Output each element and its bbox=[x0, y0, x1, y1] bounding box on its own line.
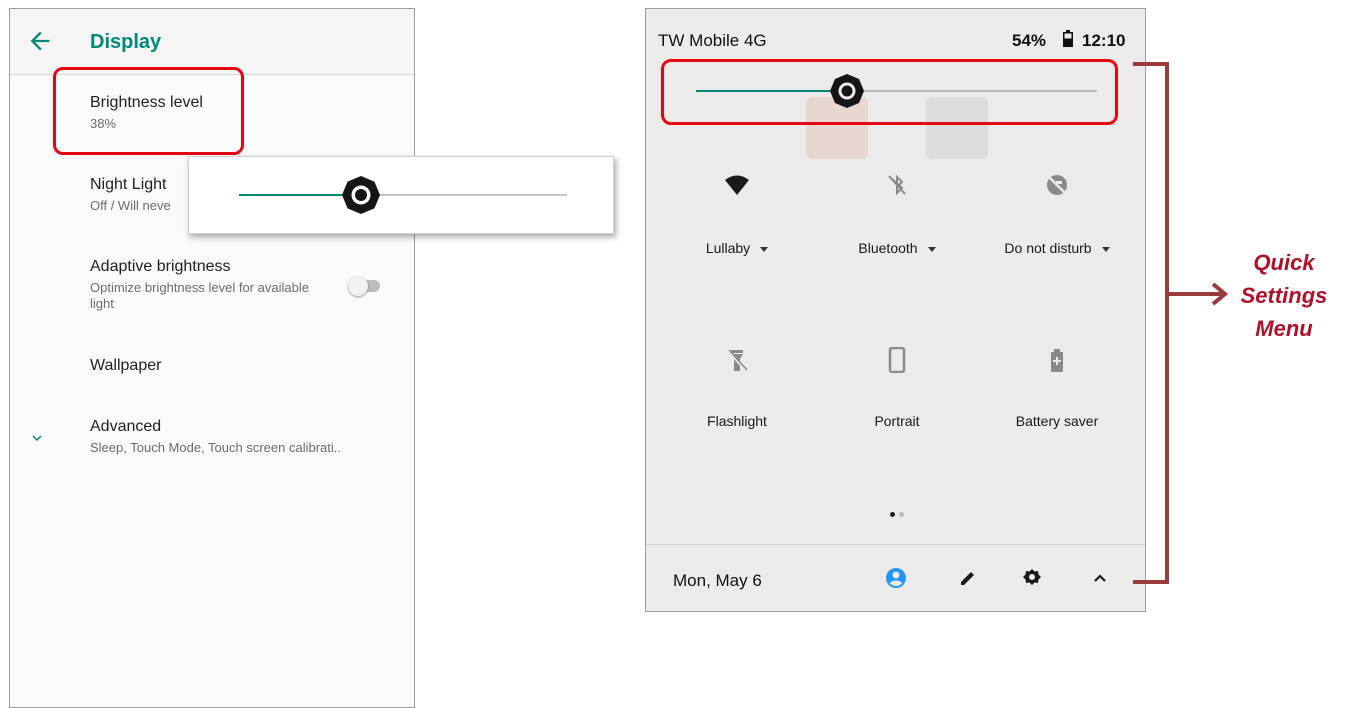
brightness-slider-popup bbox=[188, 156, 614, 234]
user-icon[interactable] bbox=[885, 567, 907, 589]
app-bar: Display bbox=[10, 9, 414, 75]
item-title: Advanced bbox=[90, 418, 162, 435]
tile-label: Portrait bbox=[874, 413, 920, 429]
item-subtitle: Off / Will neve bbox=[90, 198, 171, 213]
adaptive-brightness-toggle[interactable] bbox=[348, 276, 384, 296]
edit-icon[interactable] bbox=[957, 567, 979, 589]
tile-label: Do not disturb bbox=[1004, 240, 1092, 256]
settings-icon[interactable] bbox=[1021, 567, 1043, 589]
item-subtitle: Sleep, Touch Mode, Touch screen calibrat… bbox=[90, 440, 341, 455]
annotation-line: Menu bbox=[1255, 316, 1313, 341]
page-indicator[interactable] bbox=[888, 504, 906, 522]
dropdown-caret-icon bbox=[1101, 246, 1110, 252]
clock: 12:10 bbox=[1082, 31, 1126, 50]
tile-label: Flashlight bbox=[707, 413, 767, 429]
annotation-line: Quick bbox=[1253, 250, 1315, 275]
battery-saver-icon bbox=[1051, 349, 1063, 372]
qs-footer: Mon, May 6 bbox=[646, 544, 1145, 611]
page-title: Display bbox=[90, 31, 162, 53]
dropdown-caret-icon bbox=[760, 246, 769, 252]
flashlight-off-icon bbox=[727, 349, 748, 372]
item-title: Wallpaper bbox=[90, 357, 162, 374]
tile-wifi[interactable]: Lullaby bbox=[654, 172, 820, 256]
settings-item-advanced[interactable]: Advanced Sleep, Touch Mode, Touch screen… bbox=[90, 418, 341, 456]
date-text: Mon, May 6 bbox=[673, 571, 762, 590]
tile-label-row[interactable]: Bluetooth bbox=[814, 240, 980, 256]
page-dot[interactable] bbox=[899, 512, 904, 517]
back-arrow-icon[interactable] bbox=[26, 27, 54, 55]
portrait-icon bbox=[888, 346, 906, 374]
collapse-icon[interactable] bbox=[1089, 567, 1111, 589]
tile-battery-saver[interactable]: Battery saver bbox=[974, 347, 1140, 429]
brightness-slider[interactable] bbox=[189, 157, 613, 233]
dropdown-caret-icon bbox=[927, 246, 936, 252]
tile-label-row[interactable]: Lullaby bbox=[654, 240, 820, 256]
annotation-line: Settings bbox=[1240, 283, 1328, 308]
item-subtitle: Optimize brightness level for available … bbox=[90, 280, 309, 311]
settings-item-night-light[interactable]: Night Light Off / Will neve bbox=[90, 176, 171, 214]
battery-icon bbox=[1063, 30, 1073, 47]
settings-item-wallpaper[interactable]: Wallpaper bbox=[90, 357, 161, 375]
item-title: Night Light bbox=[90, 176, 167, 193]
qs-brightness-highlight bbox=[661, 59, 1118, 125]
do-not-disturb-off-icon bbox=[1047, 175, 1067, 195]
page-dot-active[interactable] bbox=[890, 512, 895, 517]
tile-do-not-disturb[interactable]: Do not disturb bbox=[974, 172, 1140, 256]
item-title: Adaptive brightness bbox=[90, 258, 231, 275]
tile-label: Lullaby bbox=[705, 240, 751, 256]
brightness-level-highlight bbox=[53, 67, 244, 155]
status-bar: TW Mobile 4G 54% 12:10 bbox=[646, 9, 1145, 59]
bluetooth-off-icon bbox=[888, 174, 906, 196]
chevron-down-icon[interactable] bbox=[28, 429, 46, 447]
brightness-thumb-icon[interactable] bbox=[342, 176, 380, 214]
tile-flashlight[interactable]: Flashlight bbox=[654, 347, 820, 429]
carrier-name: TW Mobile 4G bbox=[658, 31, 767, 50]
tile-label: Bluetooth bbox=[858, 240, 918, 256]
wifi-icon bbox=[725, 175, 749, 195]
tile-bluetooth[interactable]: Bluetooth bbox=[814, 172, 980, 256]
tile-label-row[interactable]: Do not disturb bbox=[974, 240, 1140, 256]
annotation-label: Quick Settings Menu bbox=[1229, 246, 1339, 345]
battery-percent: 54% bbox=[1012, 31, 1047, 50]
tile-portrait[interactable]: Portrait bbox=[814, 346, 980, 429]
tile-label: Battery saver bbox=[1015, 413, 1099, 429]
settings-item-adaptive-brightness[interactable]: Adaptive brightness Optimize brightness … bbox=[90, 258, 315, 312]
annotation-bracket bbox=[1133, 62, 1229, 584]
